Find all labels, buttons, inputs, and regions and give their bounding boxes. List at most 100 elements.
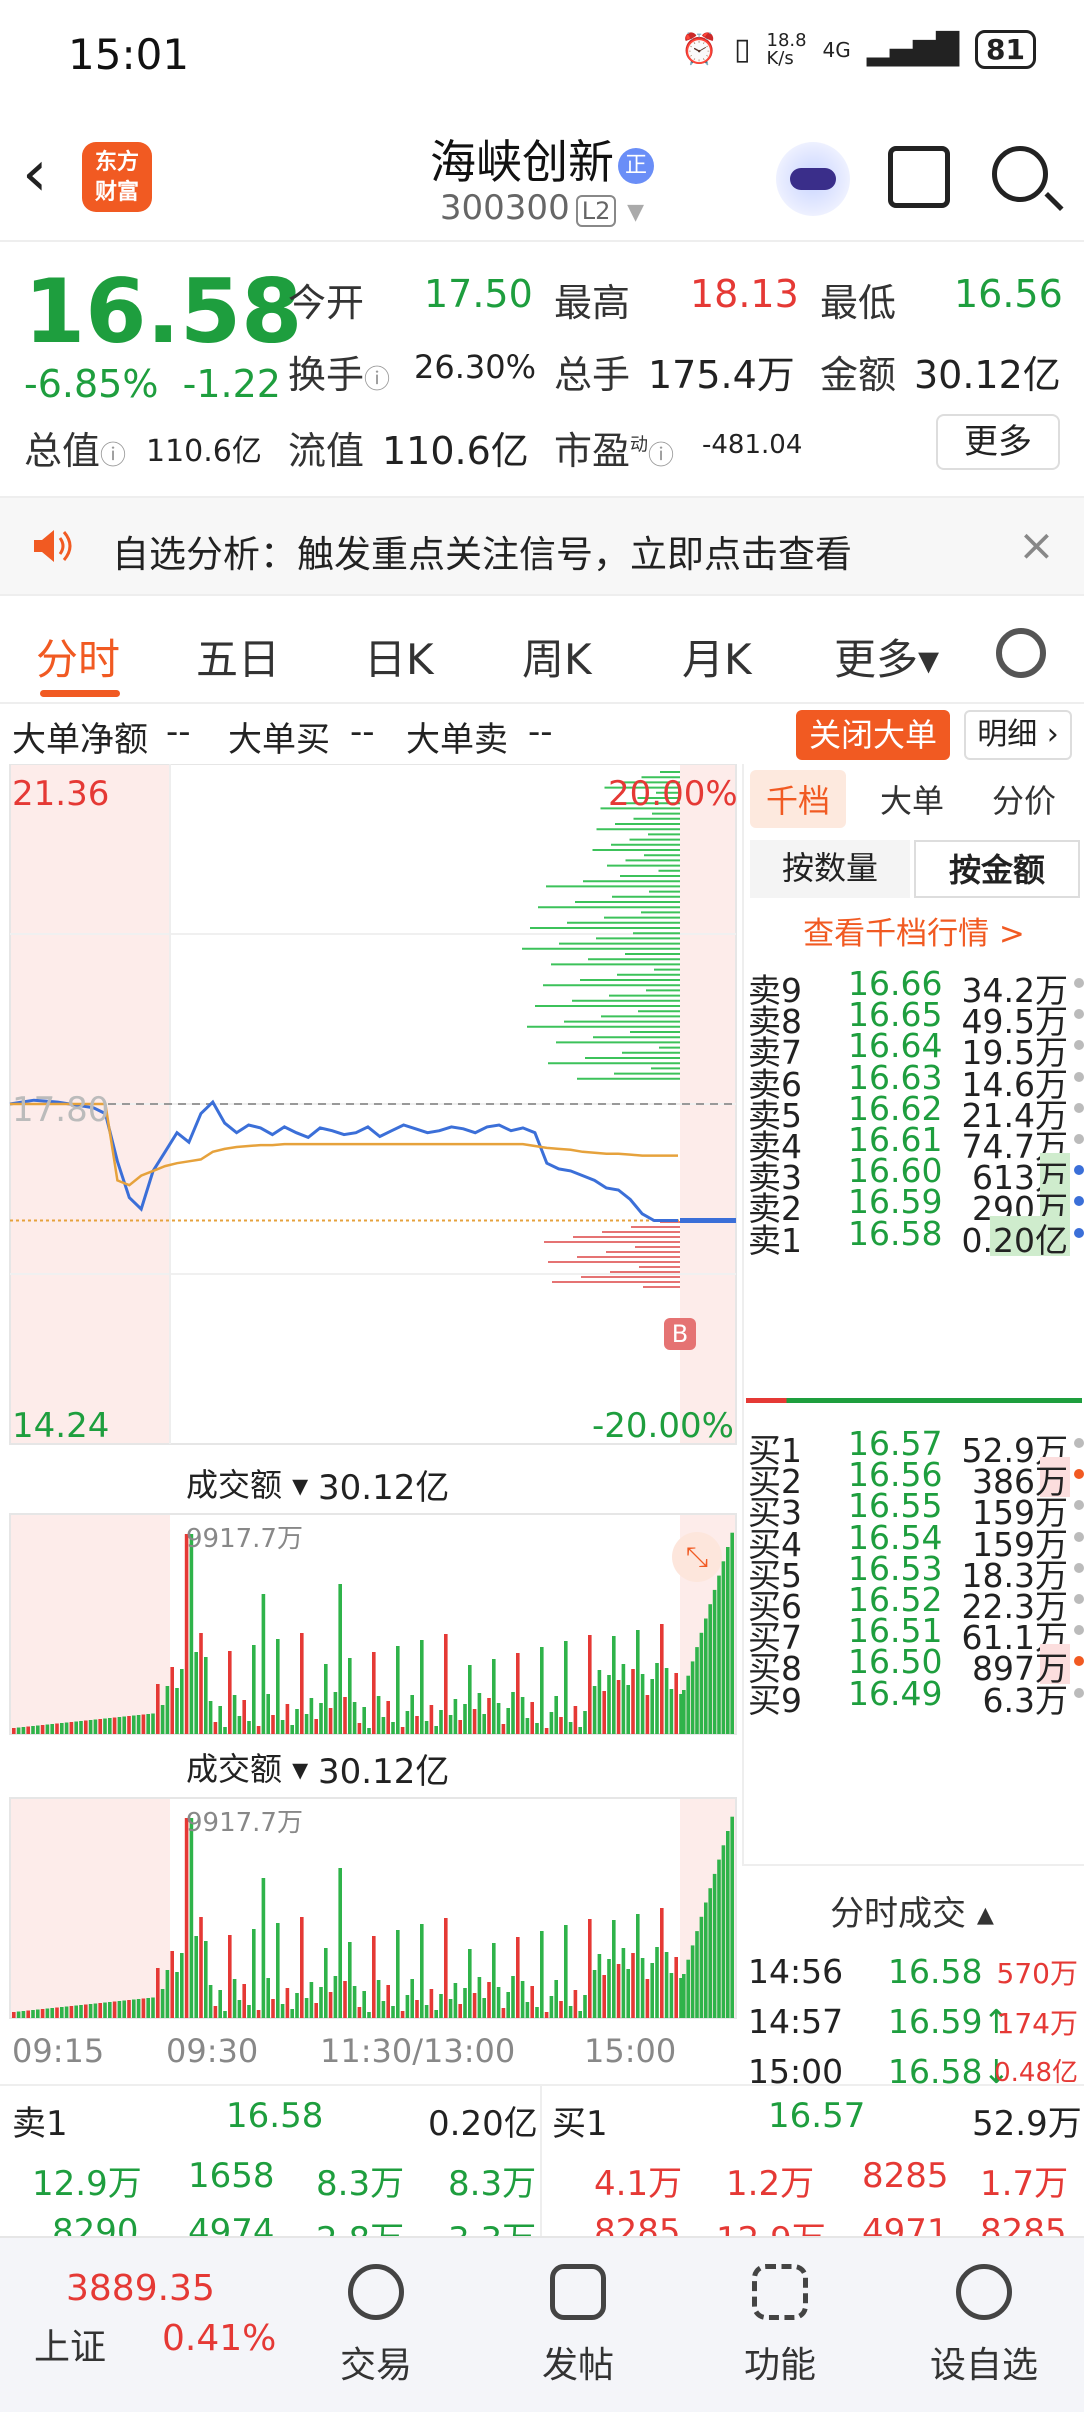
volume-bar <box>151 1997 155 2018</box>
volume-bar <box>391 2006 395 2018</box>
volume-bar <box>501 2008 506 2018</box>
bid-queue-item: 8285 <box>862 2156 949 2196</box>
nav-functions[interactable]: 功能 <box>710 2252 850 2388</box>
volume-bar <box>645 1979 650 2018</box>
level1-strip: 卖1 16.58 0.20亿 买1 16.57 52.9万 12.9万 1658… <box>0 2084 1084 2260</box>
closing-volume-bar <box>704 1902 708 2018</box>
volume-bar <box>597 1954 602 2018</box>
volume-bar <box>304 1714 309 1734</box>
tab-thousand-levels[interactable]: 千档 <box>750 770 847 828</box>
volume-bar <box>472 1709 477 1734</box>
vol2-selector[interactable]: 成交额 ▾ <box>186 1744 308 1790</box>
volume-bar <box>386 1985 390 2018</box>
nav-post[interactable]: 发帖 <box>508 2252 648 2388</box>
volume-bar <box>535 1723 539 1734</box>
volume-bar <box>213 1722 218 1734</box>
time-label-0915: 09:15 <box>12 2032 105 2070</box>
vol1-selector[interactable]: 成交额 ▾ <box>186 1460 308 1506</box>
volume-value: 175.4万 <box>648 353 795 397</box>
volume-bar <box>218 1706 222 1734</box>
volume-bar <box>492 1943 496 2018</box>
tab-big-order[interactable]: 大单 <box>880 776 944 822</box>
info-icon[interactable]: ⓘ <box>100 441 126 471</box>
tab-intraday[interactable]: 分时 <box>36 626 120 687</box>
turnover-label-text: 换手 <box>288 353 365 397</box>
more-button[interactable]: 更多 <box>936 414 1060 470</box>
volume-bar <box>127 1716 131 1734</box>
net-speed: 18.8 K/s <box>766 29 807 69</box>
closing-volume-bar <box>721 1561 726 1734</box>
nav-add-watchlist-label: 设自选 <box>929 2345 1038 2386</box>
volume-bar <box>352 1986 357 2018</box>
tick-trades[interactable]: 分时成交 ▴ 14:56 16.58 570万 14:57 16.59↑ 174… <box>742 1864 1084 2091</box>
volume-bar <box>348 1658 352 1734</box>
level-price: 16.58 <box>848 1213 943 1253</box>
tab-more[interactable]: 更多▾ <box>834 626 939 687</box>
info-icon[interactable]: ⓘ <box>364 365 390 395</box>
volume-bar <box>410 1979 414 2018</box>
by-quantity-toggle[interactable]: 按数量 <box>750 840 910 898</box>
share-icon[interactable] <box>888 146 950 208</box>
gear-icon[interactable] <box>996 628 1046 678</box>
auction-zone-bg <box>10 1798 170 2018</box>
volume-bar <box>333 1692 338 1734</box>
by-amount-toggle[interactable]: 按金额 <box>914 840 1080 898</box>
close-icon[interactable]: × <box>1018 520 1055 571</box>
stock-code-text: 300300 <box>439 188 570 228</box>
tab-weekly-k[interactable]: 周K <box>522 626 592 687</box>
volume-bar <box>636 1630 640 1734</box>
tab-daily-k[interactable]: 日K <box>364 626 434 687</box>
volume-bar <box>112 1717 117 1734</box>
volume-bar <box>645 1695 650 1734</box>
tab-5day[interactable]: 五日 <box>196 626 280 687</box>
status-dot <box>1074 1071 1084 1082</box>
ai-assistant-icon[interactable] <box>776 142 850 216</box>
search-icon[interactable] <box>992 146 1048 202</box>
volume-bar <box>26 2010 30 2018</box>
closing-volume-bar <box>699 1632 704 1734</box>
volume-bar <box>516 1653 520 1734</box>
volume-bar <box>93 1719 98 1734</box>
view-thousand-levels-link[interactable]: 查看千档行情 > <box>744 908 1084 953</box>
volume-bar <box>285 1704 290 1734</box>
auction-zone-bg <box>10 1514 170 1734</box>
detail-button[interactable]: 明细 › <box>964 710 1072 760</box>
volume-bar <box>228 1651 232 1734</box>
info-icon[interactable]: ⓘ <box>648 441 674 471</box>
tab-price-dist[interactable]: 分价 <box>992 776 1056 822</box>
close-big-order-button[interactable]: 关闭大单 <box>796 710 950 760</box>
battery-level: 81 <box>975 30 1036 69</box>
closing-volume-bar <box>699 1916 704 2018</box>
volume-bar <box>266 1978 270 2018</box>
volume-bar <box>362 1707 366 1734</box>
volume-bar <box>256 2010 261 2018</box>
b-marker[interactable]: B <box>664 1318 696 1350</box>
closing-volume-bar <box>726 1831 730 2018</box>
high-value: 18.13 <box>690 272 799 316</box>
tick-trades-header[interactable]: 分时成交 ▴ <box>742 1886 1082 1935</box>
volume-bar <box>146 1998 150 2018</box>
volume-bar <box>506 1992 510 2018</box>
volume-bar <box>271 1999 275 2018</box>
volume-bar <box>655 1947 659 2018</box>
volume-bar <box>328 1992 333 2018</box>
status-dot <box>1074 1531 1084 1542</box>
volume-bar <box>549 1712 554 1734</box>
intraday-chart[interactable]: 21.36 20.00% 17.80 14.24 -20.00% B 成交额 ▾… <box>0 764 740 2080</box>
nav-add-watchlist[interactable]: 设自选 <box>914 2252 1054 2388</box>
notice-bar[interactable]: 自选分析：触发重点关注信号，立即点击查看 × <box>0 496 1084 596</box>
tab-monthly-k[interactable]: 月K <box>682 626 752 687</box>
volume-bar <box>420 1640 424 1734</box>
tick-time: 14:56 <box>748 1952 844 1991</box>
volume-bar <box>69 2006 74 2018</box>
volume-bar <box>544 2012 549 2018</box>
status-dot <box>1074 1625 1084 1636</box>
closing-volume-bar <box>690 1945 695 2018</box>
notice-text: 自选分析：触发重点关注信号，立即点击查看 <box>112 533 852 576</box>
nav-trade[interactable]: 交易 <box>306 2252 446 2388</box>
amount-value: 30.12亿 <box>914 353 1061 397</box>
volume-bar <box>554 1980 558 2018</box>
level-price: 16.49 <box>848 1673 943 1713</box>
expand-icon[interactable]: ⤡ <box>672 1532 722 1582</box>
volume-bar <box>55 2007 59 2018</box>
